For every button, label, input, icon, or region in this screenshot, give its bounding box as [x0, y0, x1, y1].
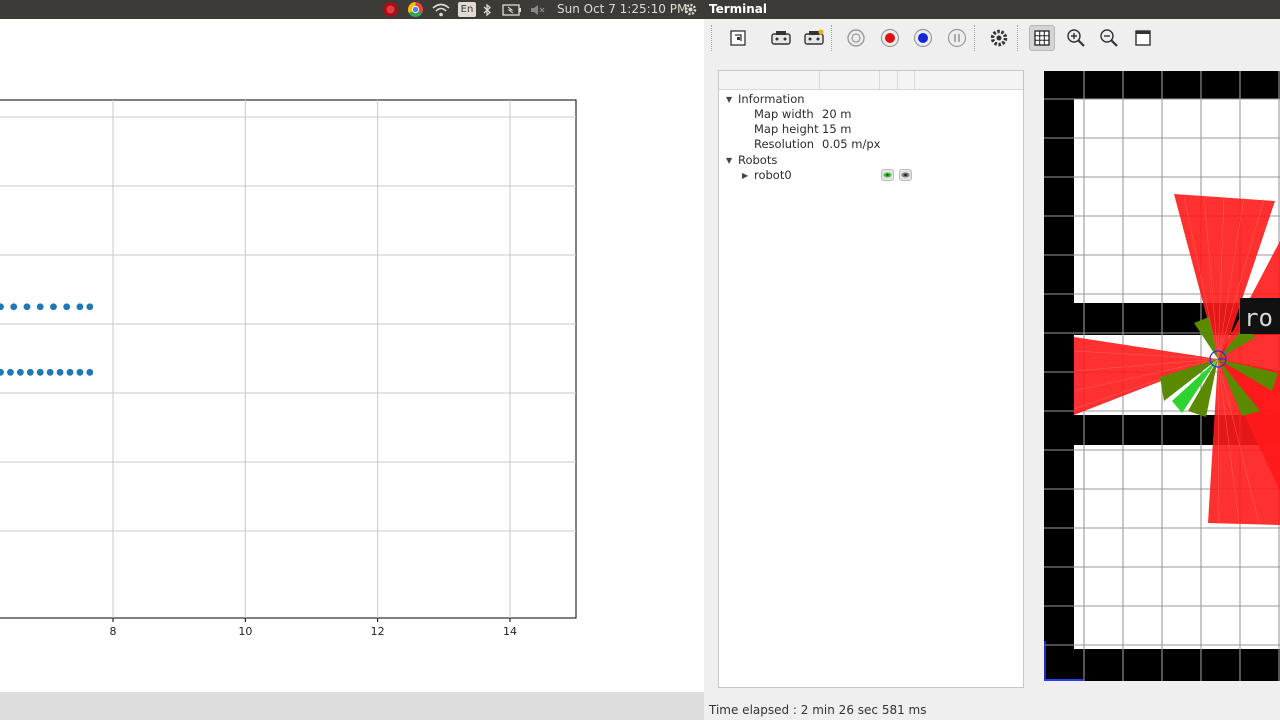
map-width-label: Map width [754, 107, 814, 121]
model-tree-panel: ▼ Information Map width 20 m Map height … [718, 70, 1024, 688]
expand-triangle-down-icon[interactable]: ▼ [726, 92, 732, 107]
keyboard-layout-indicator[interactable]: En [458, 2, 476, 17]
trail-eye-icon[interactable] [899, 169, 912, 181]
robot0-label: robot0 [754, 168, 792, 182]
toolbar-separator [974, 25, 975, 51]
scatter-point [36, 368, 44, 376]
battery-icon[interactable] [502, 1, 522, 18]
x-tick-label: 14 [503, 625, 517, 638]
top-panel: En Sun Oct 7 1:25:10 PM Terminal [0, 0, 1280, 19]
expand-triangle-down-icon[interactable]: ▼ [726, 153, 732, 168]
scatter-point [10, 303, 18, 311]
reset-icon[interactable] [843, 25, 869, 51]
window-title: Terminal [709, 2, 768, 16]
header-column-divider [914, 71, 915, 89]
scatter-point [86, 368, 94, 376]
scatter-point [36, 303, 44, 311]
resolution-label: Resolution [754, 137, 815, 151]
scatter-point [26, 368, 34, 376]
scatter-plot: 8 10 12 14 [0, 99, 577, 638]
bluetooth-icon[interactable] [482, 1, 492, 18]
indicator-icon[interactable] [382, 1, 399, 18]
tree-header [719, 71, 1023, 90]
zoom-out-icon[interactable] [1096, 25, 1122, 51]
plot-window-bottom-bar [0, 692, 704, 720]
header-column-divider [897, 71, 898, 89]
scatter-point [16, 368, 24, 376]
simulation-map-canvas[interactable]: ro [1044, 71, 1280, 681]
camera-left-icon[interactable] [768, 25, 794, 51]
visibility-eye-icon[interactable] [881, 169, 894, 181]
map-height-value: 15 m [822, 122, 852, 136]
x-axis-ticks: 8 10 12 14 [110, 618, 517, 638]
zoom-in-icon[interactable] [1063, 25, 1089, 51]
map-width-value: 20 m [822, 107, 852, 121]
x-tick-label: 12 [371, 625, 385, 638]
expand-triangle-right-icon[interactable]: ▶ [742, 168, 748, 183]
stage-simulator-window: ▼ Information Map width 20 m Map height … [704, 19, 1280, 720]
plot-window: 8 10 12 14 [0, 19, 704, 720]
map-height-label: Map height [754, 122, 819, 136]
save-image-icon[interactable] [725, 25, 751, 51]
plot-axes-frame [0, 99, 577, 619]
robot-label: ro [1244, 304, 1273, 332]
scatter-point [7, 368, 14, 376]
settings-gear-icon[interactable] [986, 25, 1012, 51]
scatter-point [50, 303, 57, 311]
toolbar-separator [831, 25, 832, 51]
scatter-point [76, 303, 84, 311]
volume-muted-icon[interactable] [530, 1, 546, 18]
header-column-divider [879, 71, 880, 89]
scatter-point [56, 368, 64, 376]
toolbar-separator [711, 25, 712, 51]
time-elapsed-label: Time elapsed : 2 min 26 sec 581 ms [709, 703, 927, 717]
scatter-point [63, 303, 71, 311]
wifi-icon[interactable] [432, 1, 450, 18]
system-settings-icon[interactable] [683, 1, 698, 18]
pause-icon[interactable] [944, 25, 970, 51]
scatter-point [76, 368, 84, 376]
fit-window-icon[interactable] [1130, 25, 1156, 51]
record-red-icon[interactable] [877, 25, 903, 51]
camera-right-icon[interactable] [801, 25, 827, 51]
x-tick-label: 10 [238, 625, 252, 638]
chrome-icon[interactable] [407, 1, 424, 18]
grid-icon[interactable] [1029, 25, 1055, 51]
scatter-point [46, 368, 54, 376]
record-blue-icon[interactable] [910, 25, 936, 51]
keyboard-layout-label: En [460, 4, 474, 15]
header-column-divider [819, 71, 820, 89]
inner-wall-bottom [1074, 415, 1206, 445]
stage-toolbar [704, 19, 1280, 57]
toolbar-separator [1017, 25, 1018, 51]
scatter-point [66, 368, 74, 376]
x-tick-label: 8 [110, 625, 117, 638]
status-bar: Time elapsed : 2 min 26 sec 581 ms [704, 700, 1280, 720]
scatter-point [86, 303, 94, 311]
tree-item-robot0[interactable]: ▶ robot0 [719, 168, 1023, 183]
resolution-value: 0.05 m/px [822, 137, 881, 151]
robots-label: Robots [738, 153, 778, 167]
clock[interactable]: Sun Oct 7 1:25:10 PM [557, 0, 687, 19]
scatter-point [23, 303, 31, 311]
information-label: Information [738, 92, 805, 106]
